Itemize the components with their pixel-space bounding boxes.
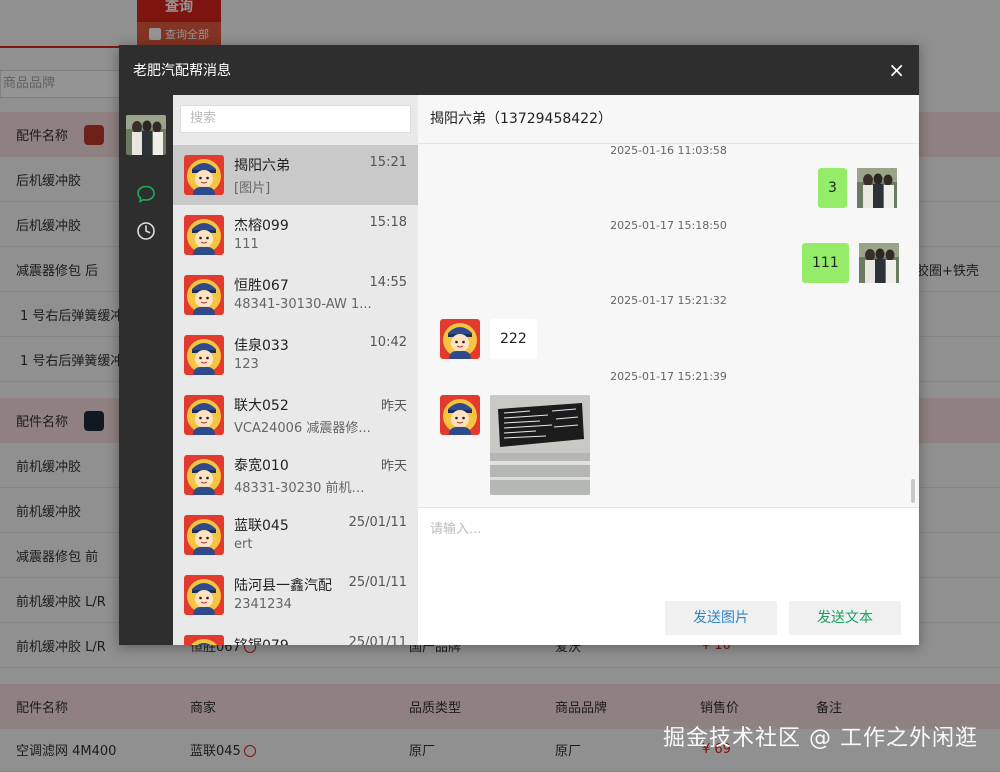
contact-name: 揭阳六弟	[234, 158, 290, 174]
message-list[interactable]: 2025-01-16 11:03:58 3 2025-01-17 15:18:5…	[418, 144, 919, 507]
contact-item[interactable]: 泰宽010 昨天 48331-30230 前机缓...	[173, 445, 418, 505]
contact-time: 25/01/11	[348, 515, 407, 530]
message-bubble: 3	[818, 168, 847, 208]
message-row	[440, 395, 590, 495]
contact-name: 杰榕099	[234, 218, 289, 234]
contact-item[interactable]: 杰榕099 15:18 111	[173, 205, 418, 265]
contact-item[interactable]: 联大052 昨天 VCA24006 减震器修...	[173, 385, 418, 445]
close-icon[interactable]: ×	[888, 60, 905, 80]
contact-time: 14:55	[369, 275, 407, 290]
message-dialog: 老肥汽配帮消息 × 搜索 揭阳六弟 15:21 [图片] 杰榕099 15:18…	[119, 45, 919, 645]
send-text-button[interactable]: 发送文本	[789, 601, 901, 635]
contact-item[interactable]: 陆河县一鑫汽配 25/01/11 2341234	[173, 565, 418, 625]
message-timestamp: 2025-01-17 15:21:32	[610, 294, 727, 307]
contact-preview: [图片]	[234, 181, 271, 196]
contact-name: 蓝联045	[234, 518, 289, 534]
contact-preview: 2341234	[234, 597, 292, 612]
image-message[interactable]	[490, 395, 590, 495]
contact-time: 昨天	[380, 459, 407, 474]
avatar	[184, 215, 224, 255]
avatar	[440, 319, 480, 359]
avatar	[184, 275, 224, 315]
avatar	[184, 395, 224, 435]
contact-name: 佳泉033	[234, 338, 289, 354]
message-timestamp: 2025-01-16 11:03:58	[610, 144, 727, 157]
chat-title: 揭阳六弟（13729458422）	[418, 95, 919, 144]
contact-name: 联大052	[234, 398, 289, 414]
contact-name: 恒胜067	[234, 278, 289, 294]
message-row: 3	[818, 168, 897, 208]
avatar	[857, 168, 897, 208]
avatar	[184, 455, 224, 495]
contact-item[interactable]: 揭阳六弟 15:21 [图片]	[173, 145, 418, 205]
avatar	[184, 335, 224, 375]
avatar	[184, 575, 224, 615]
avatar	[184, 635, 224, 645]
contact-item[interactable]: 恒胜067 14:55 48341-30130-AW 1...	[173, 265, 418, 325]
photo-thumbnail	[490, 395, 590, 495]
avatar[interactable]	[126, 115, 166, 155]
chat-bubble-icon[interactable]	[136, 184, 156, 204]
avatar	[440, 395, 480, 435]
search-input[interactable]: 搜索	[180, 105, 411, 133]
contact-name: 铭锯079	[234, 635, 289, 645]
contact-time: 15:21	[369, 155, 407, 170]
scrollbar[interactable]	[911, 479, 915, 503]
contact-item[interactable]: 蓝联045 25/01/11 ert	[173, 505, 418, 565]
contact-preview: 123	[234, 357, 259, 372]
dialog-header: 老肥汽配帮消息 ×	[119, 45, 919, 95]
contact-preview: ert	[234, 537, 253, 552]
avatar	[184, 155, 224, 195]
message-row: 111	[802, 243, 899, 283]
composer: 请输入... 发送图片 发送文本	[418, 507, 919, 645]
nav-rail	[119, 95, 173, 645]
contact-item[interactable]: 铭锯079 25/01/11	[173, 625, 418, 645]
contact-time: 25/01/11	[348, 575, 407, 590]
avatar	[184, 515, 224, 555]
clock-icon[interactable]	[136, 221, 156, 241]
message-timestamp: 2025-01-17 15:18:50	[610, 219, 727, 232]
chat-panel: 揭阳六弟（13729458422） 2025-01-16 11:03:58 3 …	[418, 95, 919, 645]
contact-item[interactable]: 佳泉033 10:42 123	[173, 325, 418, 385]
avatar	[859, 243, 899, 283]
contact-preview: 111	[234, 237, 259, 252]
watermark: 掘金技术社区 @ 工作之外闲逛	[663, 726, 978, 751]
contact-preview: 48341-30130-AW 1...	[234, 297, 372, 312]
contact-preview: VCA24006 减震器修...	[234, 421, 371, 436]
message-row: 222	[440, 319, 537, 359]
dialog-title: 老肥汽配帮消息	[133, 63, 231, 79]
contact-time: 25/01/11	[348, 635, 407, 645]
send-image-button[interactable]: 发送图片	[665, 601, 777, 635]
message-input[interactable]: 请输入...	[430, 518, 481, 537]
contact-panel: 搜索 揭阳六弟 15:21 [图片] 杰榕099 15:18 111 恒胜067…	[173, 95, 418, 645]
contact-time: 10:42	[369, 335, 407, 350]
contact-time: 昨天	[380, 399, 407, 414]
contact-list: 揭阳六弟 15:21 [图片] 杰榕099 15:18 111 恒胜067 14…	[173, 145, 418, 645]
contact-preview: 48331-30230 前机缓...	[234, 481, 374, 496]
message-bubble: 111	[802, 243, 849, 283]
message-timestamp: 2025-01-17 15:21:39	[610, 370, 727, 383]
contact-time: 15:18	[369, 215, 407, 230]
contact-name: 泰宽010	[234, 458, 289, 474]
message-bubble: 222	[490, 319, 537, 359]
contact-name: 陆河县一鑫汽配	[234, 578, 332, 594]
